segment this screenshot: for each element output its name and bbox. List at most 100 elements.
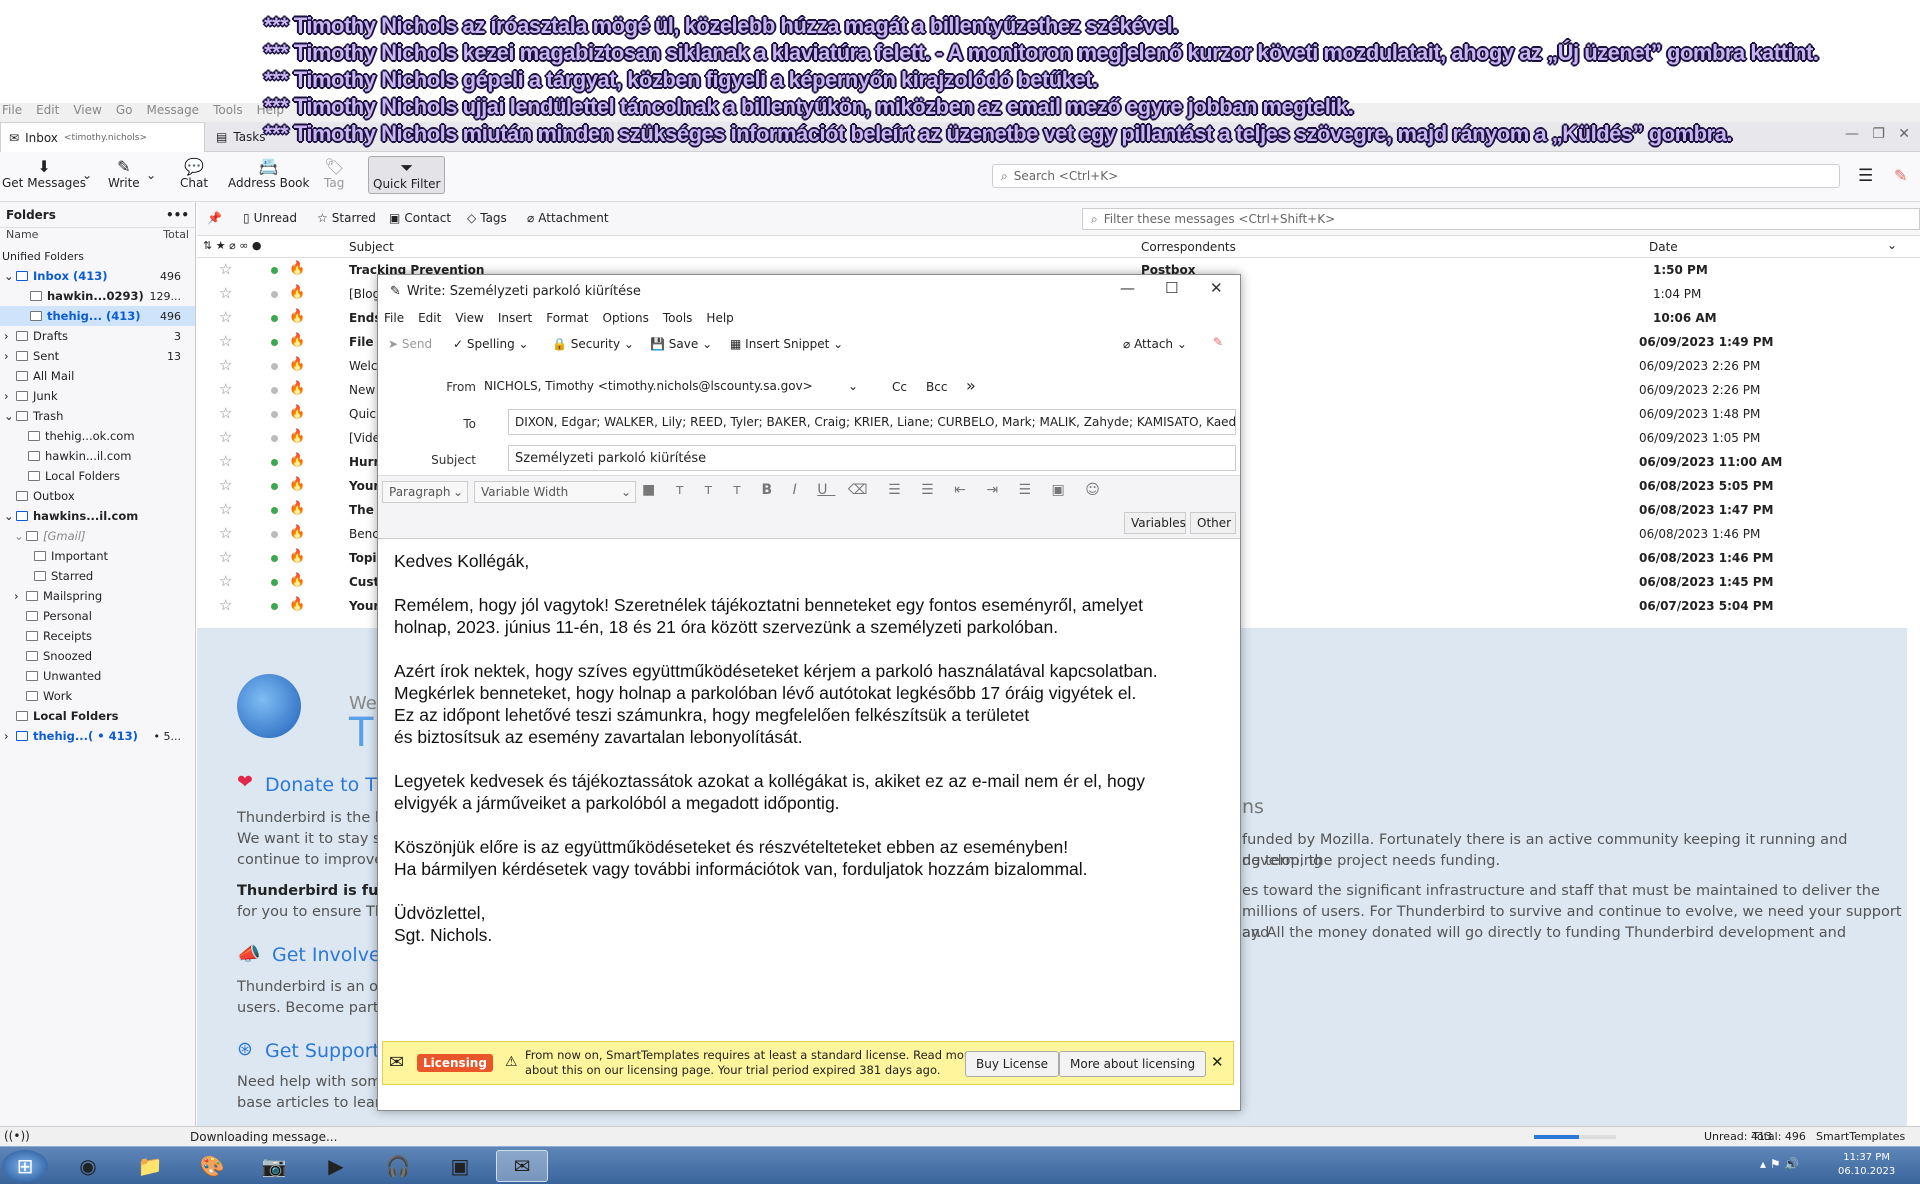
start-button[interactable]: ⊞ [2,1150,48,1182]
compose-menu-edit[interactable]: Edit [418,311,441,325]
close-icon[interactable]: ✕ [1211,1053,1224,1071]
col-correspondents[interactable]: Correspondents [1141,240,1236,254]
taskbar-terminal[interactable]: ▣ [434,1150,486,1182]
folder-item[interactable]: Personal [0,606,195,626]
taskbar-audio[interactable]: 🎧 [372,1150,424,1182]
tray-icons[interactable]: ▴ ⚑ 🔊 [1760,1157,1799,1171]
to-field[interactable]: DIXON, Edgar; WALKER, Lily; REED, Tyler;… [508,409,1236,435]
compose-menu-tools[interactable]: Tools [663,311,693,325]
global-search-input[interactable]: ⌕ Search <Ctrl+K> [992,164,1840,188]
font-select[interactable]: Variable Width ⌄ [474,481,636,503]
read-status-icon[interactable] [271,555,278,562]
star-icon[interactable]: ☆ [219,452,232,470]
filter-tags[interactable]: ◇ Tags [467,211,507,225]
close-window-icon[interactable]: ✕ [1898,126,1910,142]
folder-item-local-folders[interactable]: Local Folders [0,706,195,726]
read-status-icon[interactable] [271,387,278,394]
get-support-link[interactable]: Get Support [265,1040,380,1062]
other-button[interactable]: Other [1190,512,1236,534]
hamburger-menu-icon[interactable]: ☰ [1858,166,1873,186]
chevron-down-icon[interactable]: ⌄ [146,168,156,182]
taskbar-chrome[interactable]: ◉ [62,1150,114,1182]
minimize-icon[interactable]: — [1845,126,1859,142]
folder-item-account-inbox[interactable]: thehig... (413) 496 [0,306,195,326]
junk-status-icon[interactable]: 🔥 [289,405,305,420]
chat-button[interactable]: 💬 Chat [180,158,208,191]
read-status-icon[interactable] [271,339,278,346]
paragraph-select[interactable]: Paragraph ⌄ [382,481,468,503]
attach-button[interactable]: ⌀ Attach ⌄ [1123,337,1187,351]
minimize-icon[interactable]: — [1120,279,1135,297]
taskbar-camera[interactable]: 📷 [248,1150,300,1182]
menu-view[interactable]: View [73,103,101,123]
filter-messages-input[interactable]: ⌕ Filter these messages <Ctrl+Shift+K> [1082,208,1920,230]
star-icon[interactable]: ☆ [219,332,232,350]
star-icon[interactable]: ☆ [219,572,232,590]
taskbar-paint[interactable]: 🎨 [186,1150,238,1182]
write-button[interactable]: ✎ Write [108,158,140,191]
folder-item-account[interactable]: ⌄ hawkins...il.com [0,506,195,526]
chevron-down-icon[interactable]: ⌄ [82,168,92,182]
folder-item[interactable]: Starred [0,566,195,586]
junk-status-icon[interactable]: 🔥 [289,597,305,612]
insert-snippet-button[interactable]: ▦ Insert Snippet ⌄ [730,337,843,351]
menu-go[interactable]: Go [116,103,133,123]
junk-status-icon[interactable]: 🔥 [289,309,305,324]
filter-starred[interactable]: ☆ Starred [317,211,376,225]
read-status-icon[interactable] [271,315,278,322]
junk-status-icon[interactable]: 🔥 [289,573,305,588]
junk-status-icon[interactable]: 🔥 [289,261,305,276]
folder-item[interactable]: Receipts [0,626,195,646]
folder-item-account[interactable]: › thehig...( • 413) • 5... [0,726,195,746]
save-button[interactable]: 💾 Save ⌄ [650,337,712,351]
menu-edit[interactable]: Edit [36,103,59,123]
star-icon[interactable]: ☆ [219,596,232,614]
folder-item-account-inbox[interactable]: hawkin...0293) 129... [0,286,195,306]
clock[interactable]: 11:37 PM 06.10.2023 [1838,1151,1895,1179]
star-icon[interactable]: ☆ [219,308,232,326]
col-date[interactable]: Date [1649,240,1678,254]
online-status-icon[interactable]: ((•)) [4,1129,30,1143]
filter-attachment[interactable]: ⌀ Attachment [527,211,609,225]
menu-file[interactable]: File [2,103,22,123]
junk-status-icon[interactable]: 🔥 [289,549,305,564]
junk-status-icon[interactable]: 🔥 [289,357,305,372]
from-select[interactable]: NICHOLS, Timothy <timothy.nichols@lscoun… [478,373,866,399]
junk-status-icon[interactable]: 🔥 [289,333,305,348]
folder-item-gmail[interactable]: ⌄ [Gmail] [0,526,195,546]
address-book-button[interactable]: 📇 Address Book [228,158,309,191]
filter-contact[interactable]: ▣ Contact [389,211,451,225]
read-status-icon[interactable] [271,579,278,586]
spelling-button[interactable]: ✓ Spelling ⌄ [453,337,529,351]
smarttemplates-icon[interactable]: ✎ [1213,335,1223,349]
folder-item-inbox[interactable]: ⌄ Inbox (413) 496 [0,266,195,286]
read-status-icon[interactable] [271,459,278,466]
folder-item-trash[interactable]: ⌄ Trash [0,406,195,426]
star-icon[interactable]: ☆ [219,260,232,278]
star-icon[interactable]: ☆ [219,404,232,422]
compose-menu-options[interactable]: Options [603,311,649,325]
pin-icon[interactable]: 📌 [207,211,222,225]
get-messages-button[interactable]: ⬇ Get Messages [2,158,86,191]
more-options-icon[interactable]: ••• [166,208,189,222]
taskbar-thunderbird[interactable]: ✉ [496,1150,548,1182]
menu-tools[interactable]: Tools [213,103,243,123]
folder-item-drafts[interactable]: › Drafts 3 [0,326,195,346]
star-icon[interactable]: ☆ [219,548,232,566]
send-button[interactable]: ➤ Send [388,337,432,351]
star-icon[interactable]: ☆ [219,380,232,398]
folder-item[interactable]: Unwanted [0,666,195,686]
col-subject[interactable]: Subject [349,240,394,254]
security-button[interactable]: 🔒 Security ⌄ [552,337,634,351]
read-status-icon[interactable] [271,291,278,298]
read-status-icon[interactable] [271,603,278,610]
read-status-icon[interactable] [271,435,278,442]
folder-item-trash-sub[interactable]: thehig...ok.com [0,426,195,446]
tab-inbox[interactable]: ✉ Inbox <timothy.nichols> [0,122,205,152]
quick-filter-button[interactable]: ⏷ Quick Filter [368,156,446,194]
more-about-licensing-button[interactable]: More about licensing [1059,1051,1207,1077]
bcc-button[interactable]: Bcc [926,380,947,394]
compose-menu-help[interactable]: Help [706,311,733,325]
smarttemplates-icon[interactable]: ✎ [1894,166,1907,185]
folder-item[interactable]: › Mailspring [0,586,195,606]
